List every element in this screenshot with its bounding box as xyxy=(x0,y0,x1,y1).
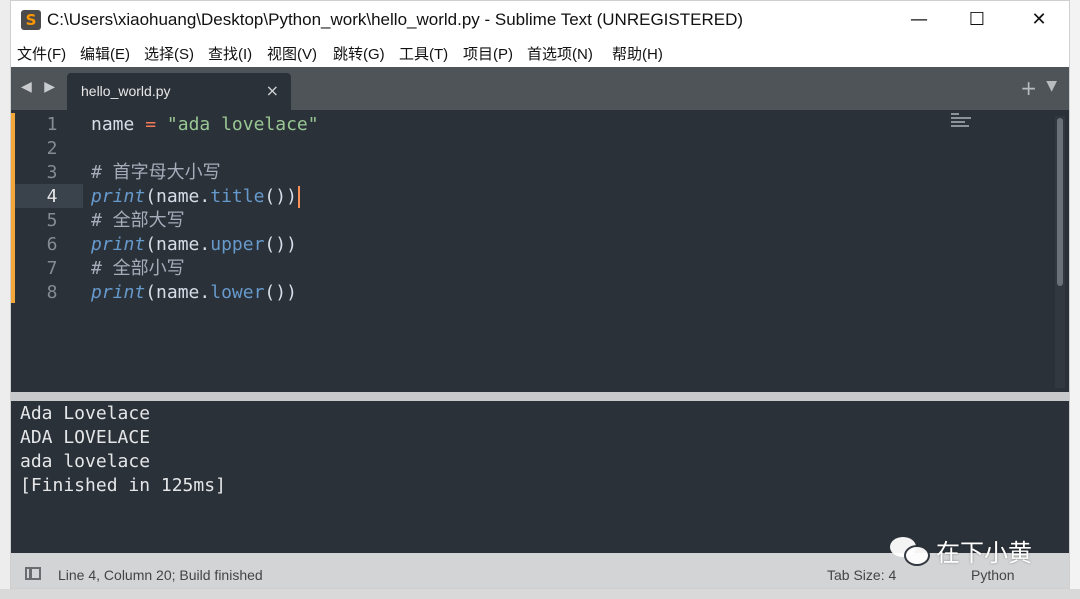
code-token: ( xyxy=(145,186,157,207)
menu-file[interactable]: 文件(F) xyxy=(17,43,66,64)
menu-project[interactable]: 项目(P) xyxy=(463,43,513,64)
line-number: 1 xyxy=(46,114,58,135)
tab-label: hello_world.py xyxy=(81,83,171,99)
code-token: ()) xyxy=(264,282,297,303)
menu-preferences[interactable]: 首选项(N) xyxy=(527,43,593,64)
code-text: print(name.lower()) xyxy=(91,281,297,305)
menu-edit[interactable]: 编辑(E) xyxy=(80,43,130,64)
title-bar[interactable]: S C:\Users\xiaohuang\Desktop\Python_work… xyxy=(11,1,1069,39)
tab-nav-arrows-icon[interactable]: ◀ ▶ xyxy=(21,79,59,95)
output-line: ADA LOVELACE xyxy=(20,427,151,448)
panel-splitter[interactable] xyxy=(11,392,1069,401)
code-line[interactable]: 5 # 全部大写 xyxy=(11,209,1051,233)
desktop-background-left xyxy=(0,0,10,599)
menu-selection[interactable]: 选择(S) xyxy=(144,43,194,64)
code-text: name = "ada lovelace" xyxy=(91,113,319,137)
code-token: # 全部小写 xyxy=(91,258,185,279)
tab-bar: ◀ ▶ hello_world.py × + ▼ xyxy=(11,67,1069,110)
desktop-background-right xyxy=(1070,0,1080,599)
code-token: ( xyxy=(145,282,157,303)
code-token: lower xyxy=(210,282,265,303)
tab-close-icon[interactable]: × xyxy=(266,81,279,100)
cursor-position-status: Line 4, Column 20; Build finished xyxy=(58,567,263,583)
maximize-button[interactable]: ☐ xyxy=(955,6,999,34)
tab-size-selector[interactable]: Tab Size: 4 xyxy=(827,567,896,583)
watermark: 在下小黄 xyxy=(890,530,1032,570)
code-line[interactable]: 3 # 首字母大小写 xyxy=(11,161,1051,185)
line-number: 7 xyxy=(46,258,58,279)
line-number: 4 xyxy=(46,186,58,207)
code-token: print xyxy=(91,186,146,207)
code-text: # 全部小写 xyxy=(91,257,185,281)
output-line: [Finished in 125ms] xyxy=(20,475,226,496)
minimap[interactable] xyxy=(951,113,977,133)
code-text: # 首字母大小写 xyxy=(91,161,221,185)
code-token: name xyxy=(91,114,135,135)
output-line: ada lovelace xyxy=(20,451,151,472)
code-line[interactable]: 6 print(name.upper()) xyxy=(11,233,1051,257)
tab-menu-icon[interactable]: ▼ xyxy=(1046,78,1057,94)
code-token: . xyxy=(199,234,211,255)
close-window-button[interactable]: ✕ xyxy=(1017,6,1061,34)
menu-view[interactable]: 视图(V) xyxy=(267,43,317,64)
code-line[interactable]: 2 xyxy=(11,137,1051,161)
line-number: 6 xyxy=(46,234,58,255)
window-title: C:\Users\xiaohuang\Desktop\Python_work\h… xyxy=(47,10,744,29)
new-tab-icon[interactable]: + xyxy=(1020,76,1037,100)
toggle-panel-icon[interactable] xyxy=(25,567,41,580)
code-token: name xyxy=(156,186,200,207)
code-line[interactable]: 1 name = "ada lovelace" xyxy=(11,113,1051,137)
line-number: 3 xyxy=(46,162,58,183)
text-cursor xyxy=(297,186,300,208)
code-token: ( xyxy=(145,234,157,255)
code-token: # 首字母大小写 xyxy=(91,162,221,183)
watermark-text: 在下小黄 xyxy=(936,538,1032,567)
line-number: 8 xyxy=(46,282,58,303)
code-token: name xyxy=(156,234,200,255)
minimize-button[interactable]: — xyxy=(897,6,941,34)
menu-help[interactable]: 帮助(H) xyxy=(612,43,663,64)
code-text: # 全部大写 xyxy=(91,209,185,233)
code-line[interactable]: 4 print(name.title()) xyxy=(11,185,1051,209)
menu-bar: 文件(F) 编辑(E) 选择(S) 查找(I) 视图(V) 跳转(G) 工具(T… xyxy=(11,39,1069,67)
code-token: "ada lovelace" xyxy=(166,114,319,135)
code-text: print(name.title()) xyxy=(91,185,300,209)
code-editor[interactable]: 1 name = "ada lovelace" 2 3 # 首字母大小写 4 print(n… xyxy=(11,110,1069,392)
line-number: 5 xyxy=(46,210,58,231)
editor-scrollbar-thumb[interactable] xyxy=(1057,118,1063,286)
menu-tools[interactable]: 工具(T) xyxy=(399,43,448,64)
menu-find[interactable]: 查找(I) xyxy=(208,43,252,64)
code-token: title xyxy=(210,186,265,207)
output-line: Ada Lovelace xyxy=(20,403,151,424)
line-number: 2 xyxy=(46,138,58,159)
code-token: name xyxy=(156,282,200,303)
code-token: . xyxy=(199,282,211,303)
code-line[interactable]: 7 # 全部小写 xyxy=(11,257,1051,281)
code-token: # 全部大写 xyxy=(91,210,185,231)
menu-goto[interactable]: 跳转(G) xyxy=(333,43,385,64)
code-token: = xyxy=(145,114,157,135)
code-token: print xyxy=(91,234,146,255)
wechat-logo-icon xyxy=(890,535,930,566)
code-token: upper xyxy=(210,234,265,255)
code-token: ()) xyxy=(264,186,297,207)
sublime-logo-icon: S xyxy=(21,10,41,30)
tab-hello-world[interactable]: hello_world.py × xyxy=(67,73,291,110)
sublime-text-window: S C:\Users\xiaohuang\Desktop\Python_work… xyxy=(10,0,1070,589)
code-line[interactable]: 8 print(name.lower()) xyxy=(11,281,1051,305)
code-text: print(name.upper()) xyxy=(91,233,297,257)
code-token: . xyxy=(199,186,211,207)
code-token: print xyxy=(91,282,146,303)
desktop-background-bottom xyxy=(0,589,1080,599)
code-token: ()) xyxy=(264,234,297,255)
